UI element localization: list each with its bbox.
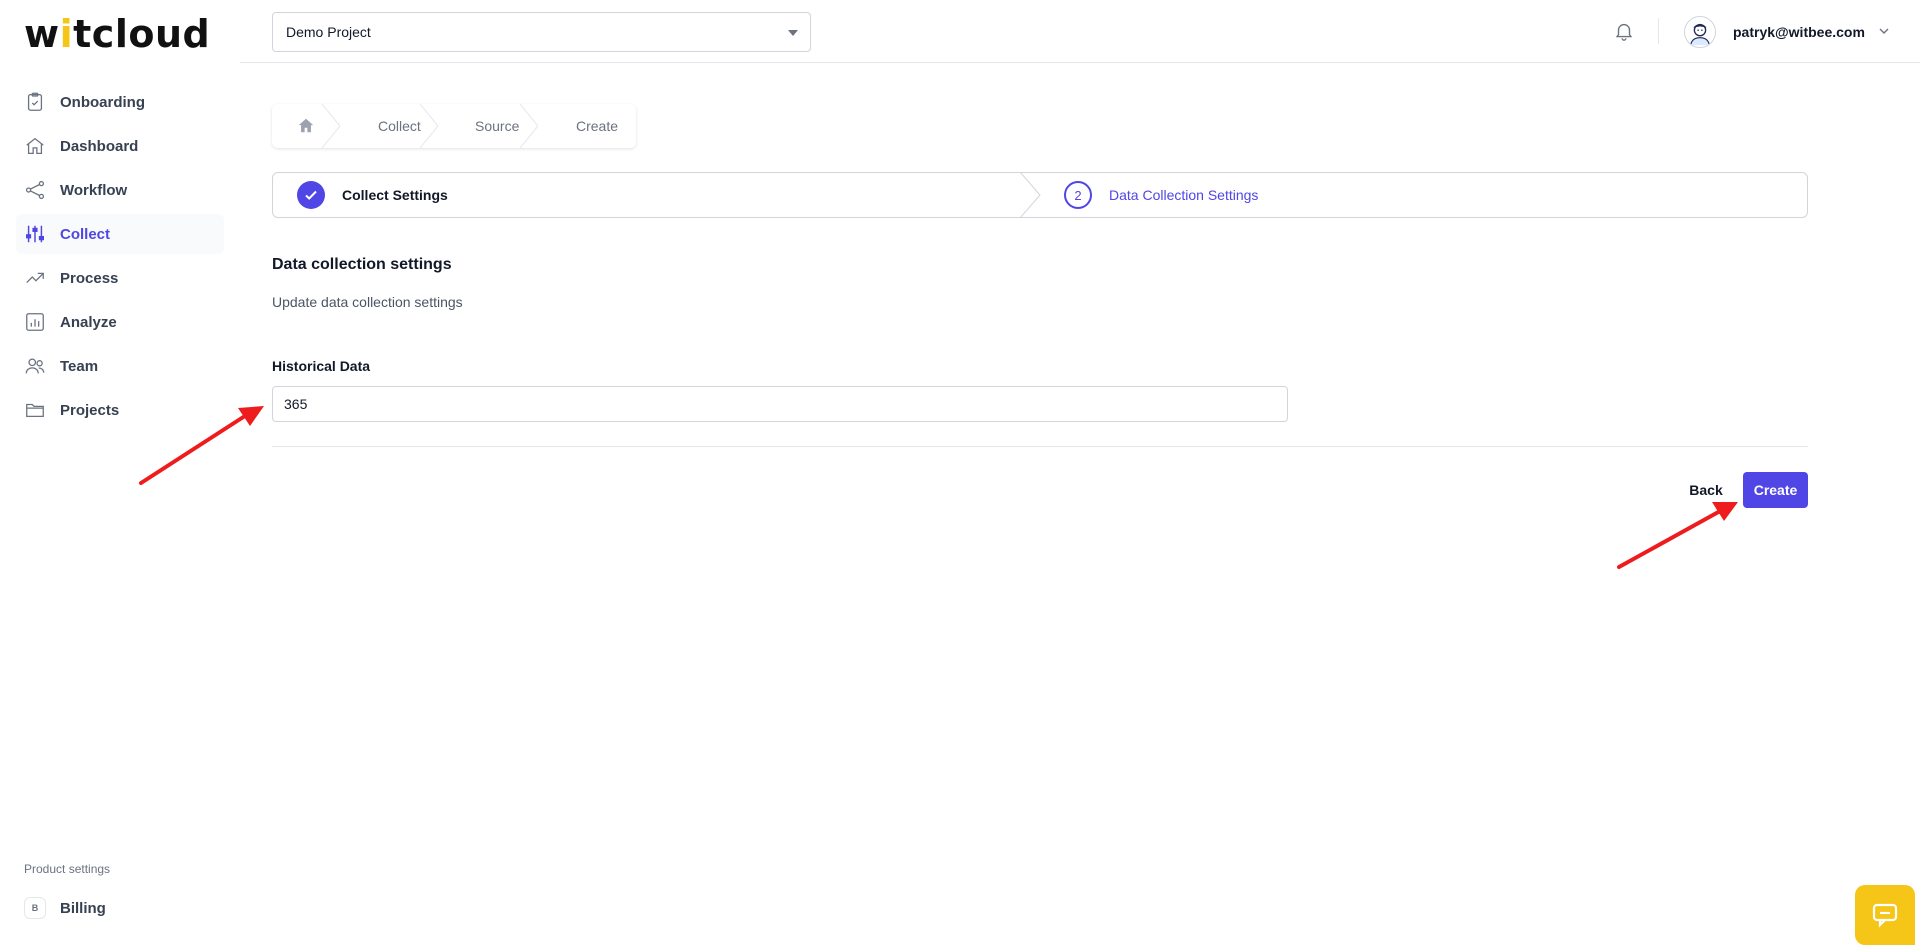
breadcrumb-home[interactable] [272, 104, 340, 148]
share-icon [24, 179, 46, 201]
create-button[interactable]: Create [1743, 472, 1808, 508]
historical-data-label: Historical Data [272, 358, 371, 374]
sliders-icon [24, 223, 46, 245]
annotation-arrow-input [139, 406, 264, 485]
historical-data-input[interactable] [272, 386, 1288, 422]
sidebar-item-team[interactable]: Team [16, 346, 224, 386]
billing-badge: B [24, 897, 46, 919]
breadcrumb: Collect Source Create [272, 104, 636, 148]
sidebar-item-analyze[interactable]: Analyze [16, 302, 224, 342]
top-header: Demo Project patryk@witbee.com [240, 0, 1920, 63]
sidebar-item-dashboard[interactable]: Dashboard [16, 126, 224, 166]
chat-icon [1872, 903, 1898, 928]
chat-widget-button[interactable] [1855, 885, 1915, 945]
product-settings-heading: Product settings [24, 862, 111, 876]
sidebar-item-onboarding[interactable]: Onboarding [16, 82, 224, 122]
caret-down-icon [788, 30, 798, 36]
sidebar-nav: Onboarding Dashboard Workflow Collect Pr… [16, 82, 224, 434]
breadcrumb-item-source[interactable]: Source [438, 104, 538, 148]
home-icon [298, 118, 314, 133]
sidebar-item-label: Process [60, 269, 119, 287]
sidebar-item-billing[interactable]: B Billing [24, 897, 106, 919]
sidebar-item-collect[interactable]: Collect [16, 214, 224, 254]
witcloud-logo[interactable]: witcloud [24, 12, 210, 56]
sidebar-item-label: Workflow [60, 181, 128, 199]
step-label: Collect Settings [342, 187, 448, 203]
logo-text-i: i [59, 12, 74, 56]
users-icon [24, 355, 46, 377]
project-select-value: Demo Project [286, 24, 371, 40]
check-icon [297, 181, 325, 209]
annotation-arrow-create [1617, 502, 1738, 569]
project-select[interactable]: Demo Project [272, 12, 811, 52]
sidebar-item-process[interactable]: Process [16, 258, 224, 298]
sidebar-item-label: Dashboard [60, 137, 139, 155]
avatar[interactable] [1684, 16, 1716, 48]
user-email[interactable]: patryk@witbee.com [1733, 24, 1865, 40]
breadcrumb-label: Collect [378, 118, 421, 134]
step-label: Data Collection Settings [1109, 187, 1259, 203]
step-collect-settings[interactable]: Collect Settings [297, 173, 448, 217]
breadcrumb-item-collect[interactable]: Collect [340, 104, 438, 148]
app-root: witcloud Onboarding Dashboard Workflow C… [0, 0, 1920, 945]
step-number: 2 [1064, 181, 1092, 209]
sidebar-item-workflow[interactable]: Workflow [16, 170, 224, 210]
bell-icon[interactable] [1613, 20, 1635, 42]
content-divider [272, 446, 1808, 447]
logo-text-tcloud: tcloud [73, 12, 211, 56]
step-separator [1020, 172, 1041, 218]
logo-text-w: w [24, 12, 60, 56]
sidebar-item-label: Analyze [60, 313, 117, 331]
breadcrumb-label: Create [576, 118, 619, 134]
section-subtitle: Update data collection settings [272, 294, 463, 310]
trend-icon [24, 267, 46, 289]
header-divider [1658, 18, 1659, 44]
breadcrumb-item-create[interactable]: Create [538, 104, 636, 148]
breadcrumb-label: Source [475, 118, 520, 134]
section-title: Data collection settings [272, 256, 452, 273]
sidebar-item-label: Collect [60, 225, 111, 243]
chevron-down-icon[interactable] [1877, 24, 1891, 38]
step-data-collection-settings[interactable]: 2 Data Collection Settings [1064, 173, 1258, 217]
bar-chart-icon [24, 311, 46, 333]
sidebar-item-label: Billing [60, 899, 106, 917]
folder-icon [24, 399, 46, 421]
home-icon [24, 135, 46, 157]
sidebar-item-label: Team [60, 357, 99, 375]
sidebar-item-label: Projects [60, 401, 120, 419]
sidebar-item-label: Onboarding [60, 93, 145, 111]
clipboard-icon [24, 91, 46, 113]
stepper: Collect Settings 2 Data Collection Setti… [272, 172, 1808, 218]
